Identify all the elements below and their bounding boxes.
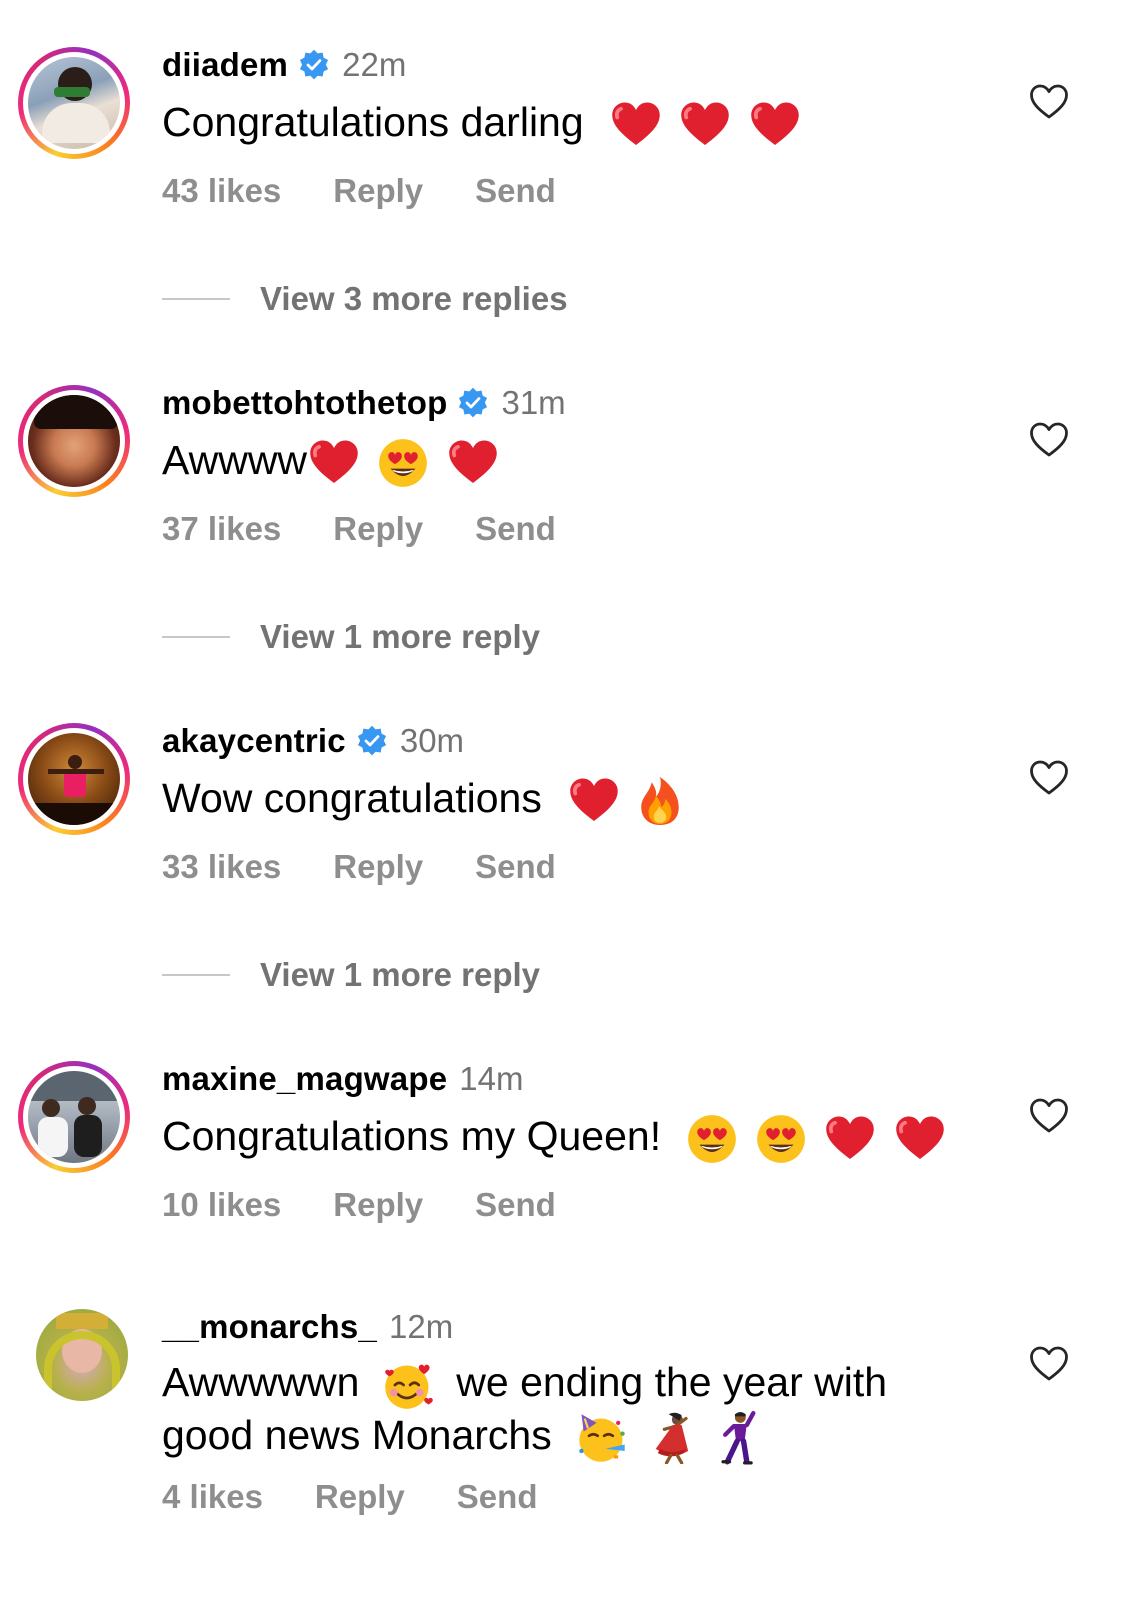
party-face-emoji (575, 1412, 629, 1464)
avatar (28, 395, 120, 487)
like-heart-icon[interactable] (1029, 1344, 1069, 1384)
view-replies-label[interactable]: View 1 more reply (260, 956, 540, 994)
heart-emoji (569, 778, 619, 824)
like-count[interactable]: 37 likes (162, 510, 281, 548)
comment-text-row: Congratulations my Queen! (162, 1112, 945, 1164)
comment-text: Congratulations my Queen! (162, 1113, 662, 1159)
avatar (28, 57, 120, 149)
like-count[interactable]: 43 likes (162, 172, 281, 210)
avatar-story-ring[interactable] (18, 47, 130, 159)
comment-text: Wow congratulations (162, 775, 542, 821)
avatar-story-ring[interactable] (18, 1061, 130, 1173)
comment-time: 31m (501, 384, 566, 421)
reply-button[interactable]: Reply (333, 172, 423, 210)
heart-emoji (895, 1116, 945, 1162)
comment-text-row: Congratulations darling (162, 98, 800, 148)
view-replies-button[interactable]: View 1 more reply (162, 618, 540, 656)
heart-eyes-emoji (756, 1114, 806, 1164)
comment-time: 12m (388, 1308, 454, 1345)
avatar (28, 1071, 120, 1163)
fire-emoji (639, 776, 681, 826)
like-count[interactable]: 10 likes (162, 1186, 281, 1224)
like-count[interactable]: 4 likes (162, 1478, 263, 1516)
like-heart-icon[interactable] (1029, 758, 1069, 798)
smiling-hearts-emoji (383, 1359, 435, 1411)
send-button[interactable]: Send (475, 510, 556, 548)
comment-text: we ending the year with (456, 1359, 888, 1405)
view-replies-button[interactable]: View 3 more replies (162, 280, 568, 318)
heart-emoji (309, 440, 359, 486)
comment-username[interactable]: __monarchs_ (162, 1308, 377, 1346)
avatar-story-ring[interactable] (18, 385, 130, 497)
comment-text: Awwwwwn (162, 1359, 360, 1405)
view-replies-button[interactable]: View 1 more reply (162, 956, 540, 994)
comment-username[interactable]: mobettohtothetop (162, 384, 447, 422)
like-count[interactable]: 33 likes (162, 848, 281, 886)
view-replies-label[interactable]: View 3 more replies (260, 280, 568, 318)
like-heart-icon[interactable] (1029, 420, 1069, 460)
heart-emoji (611, 102, 661, 148)
comment-username[interactable]: akaycentric (162, 722, 346, 760)
comment-text: Congratulations darling (162, 99, 584, 145)
heart-emoji (750, 102, 800, 148)
send-button[interactable]: Send (457, 1478, 538, 1516)
comment-time: 22m (342, 46, 407, 83)
comment-time: 14m (459, 1060, 524, 1097)
man-dancing-emoji (716, 1411, 756, 1465)
comment-text-block: Awwwwwn we ending the year with good new… (162, 1358, 962, 1465)
verified-badge-icon (298, 49, 330, 81)
avatar-story-ring[interactable] (18, 723, 130, 835)
comment-text-row: Awwww (162, 436, 498, 488)
divider-line (162, 298, 230, 300)
reply-button[interactable]: Reply (315, 1478, 405, 1516)
reply-button[interactable]: Reply (333, 510, 423, 548)
verified-badge-icon (356, 725, 388, 757)
comment-text: good news Monarchs (162, 1412, 552, 1459)
comment-username[interactable]: diiadem (162, 46, 288, 84)
verified-badge-icon (457, 387, 489, 419)
avatar[interactable] (36, 1309, 128, 1401)
heart-emoji (825, 1116, 875, 1162)
like-heart-icon[interactable] (1029, 1096, 1069, 1136)
divider-line (162, 974, 230, 976)
like-heart-icon[interactable] (1029, 82, 1069, 122)
comment-username[interactable]: maxine_magwape (162, 1060, 447, 1098)
reply-button[interactable]: Reply (333, 1186, 423, 1224)
heart-emoji (448, 440, 498, 486)
comment-time: 30m (399, 722, 465, 759)
avatar (28, 733, 120, 825)
heart-eyes-emoji (687, 1114, 737, 1164)
heart-eyes-emoji (378, 438, 428, 488)
divider-line (162, 636, 230, 638)
send-button[interactable]: Send (475, 848, 556, 886)
send-button[interactable]: Send (475, 172, 556, 210)
comment-text: Awwww (162, 437, 308, 483)
dancer-emoji (649, 1412, 697, 1464)
view-replies-label[interactable]: View 1 more reply (260, 618, 540, 656)
comment-text-row: Wow congratulations (162, 774, 681, 826)
heart-emoji (680, 102, 730, 148)
send-button[interactable]: Send (475, 1186, 556, 1224)
reply-button[interactable]: Reply (333, 848, 423, 886)
